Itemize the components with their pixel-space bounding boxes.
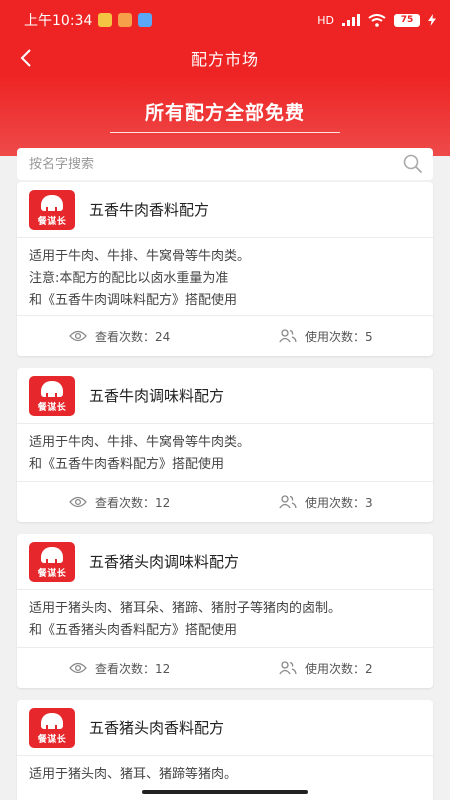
logo-text: 餐谋长 bbox=[37, 734, 67, 745]
logo-text: 餐谋长 bbox=[37, 402, 67, 413]
use-count-label: 使用次数：5 bbox=[305, 329, 373, 344]
logo-text: 餐谋长 bbox=[37, 216, 67, 227]
recipe-card[interactable]: 餐谋长 五香牛肉调味料配方 适用于牛肉、牛排、牛窝骨等牛肉类。 和《五香牛肉香料… bbox=[17, 368, 433, 522]
search-input[interactable] bbox=[29, 156, 389, 172]
recipe-card[interactable]: 餐谋长 五香牛肉香料配方 适用于牛肉、牛排、牛窝骨等牛肉类。 注意:本配方的配比… bbox=[17, 182, 433, 356]
page-title: 配方市场 bbox=[190, 50, 259, 69]
description-line: 和《五香猪头肉香料配方》搭配使用 bbox=[29, 623, 238, 638]
brand-logo: 餐谋长 bbox=[29, 189, 75, 230]
network-type-label: HD bbox=[317, 13, 334, 27]
chevron-left-icon bbox=[20, 49, 31, 67]
view-count-label: 查看次数：24 bbox=[95, 329, 171, 344]
hero-title: 所有配方全部免费 bbox=[144, 102, 305, 124]
recipe-card[interactable]: 餐谋长 五香猪头肉调味料配方 适用于猪头肉、猪耳朵、猪蹄、猪肘子等猪肉的卤制。 … bbox=[17, 534, 433, 688]
search-box bbox=[17, 148, 433, 180]
use-count: 使用次数：2 bbox=[279, 660, 373, 677]
description-line: 适用于猪头肉、猪耳朵、猪蹄、猪肘子等猪肉的卤制。 bbox=[29, 601, 342, 616]
recipe-title: 五香牛肉香料配方 bbox=[89, 201, 210, 219]
home-indicator[interactable] bbox=[142, 790, 308, 794]
view-count-label: 查看次数：12 bbox=[95, 495, 171, 510]
brand-logo: 餐谋长 bbox=[29, 707, 75, 748]
users-icon bbox=[279, 495, 297, 509]
recipe-title: 五香猪头肉调味料配方 bbox=[89, 553, 240, 571]
chef-hat-icon bbox=[41, 712, 63, 731]
card-header: 餐谋长 五香猪头肉香料配方 bbox=[17, 700, 433, 756]
back-button[interactable] bbox=[12, 44, 40, 72]
status-left: 上午10:34 bbox=[24, 10, 153, 30]
recipe-description: 适用于牛肉、牛排、牛窝骨等牛肉类。 注意:本配方的配比以卤水重量为准 和《五香牛… bbox=[17, 238, 433, 316]
description-line: 适用于牛肉、牛排、牛窝骨等牛肉类。 bbox=[29, 435, 251, 450]
status-time: 上午10:34 bbox=[24, 13, 93, 29]
view-count: 查看次数：24 bbox=[69, 328, 279, 345]
notification-app-icon bbox=[118, 13, 133, 27]
status-right: HD 75 bbox=[317, 13, 436, 27]
description-line: 和《五香牛肉调味料配方》搭配使用 bbox=[29, 293, 238, 308]
users-icon bbox=[279, 661, 297, 675]
logo-text: 餐谋长 bbox=[37, 568, 67, 579]
use-count: 使用次数：3 bbox=[279, 494, 373, 511]
view-count-label: 查看次数：12 bbox=[95, 661, 171, 676]
use-count-label: 使用次数：2 bbox=[305, 661, 373, 676]
card-header: 餐谋长 五香猪头肉调味料配方 bbox=[17, 534, 433, 590]
battery-level: 75 bbox=[400, 15, 414, 25]
battery-icon: 75 bbox=[394, 13, 420, 27]
notification-app-icon bbox=[98, 13, 113, 27]
description-line: 和《五香牛肉香料配方》搭配使用 bbox=[29, 457, 225, 472]
use-count-label: 使用次数：3 bbox=[305, 495, 373, 510]
description-line: 适用于猪头肉、猪耳、猪蹄等猪肉。 bbox=[29, 767, 238, 782]
hero-underline bbox=[110, 132, 340, 133]
eye-icon bbox=[69, 662, 87, 674]
card-header: 餐谋长 五香牛肉香料配方 bbox=[17, 182, 433, 238]
description-line: 适用于牛肉、牛排、牛窝骨等牛肉类。 bbox=[29, 249, 251, 264]
charging-icon bbox=[428, 14, 436, 26]
eye-icon bbox=[69, 330, 87, 342]
recipe-title: 五香猪头肉香料配方 bbox=[89, 719, 225, 737]
card-footer: 查看次数：12 使用次数：2 bbox=[17, 648, 433, 688]
chef-hat-icon bbox=[41, 194, 63, 213]
use-count: 使用次数：5 bbox=[279, 328, 373, 345]
search-icon[interactable] bbox=[403, 154, 423, 174]
view-count: 查看次数：12 bbox=[69, 494, 279, 511]
view-count: 查看次数：12 bbox=[69, 660, 279, 677]
recipe-card[interactable]: 餐谋长 五香猪头肉香料配方 适用于猪头肉、猪耳、猪蹄等猪肉。 bbox=[17, 700, 433, 800]
card-footer: 查看次数：24 使用次数：5 bbox=[17, 316, 433, 356]
card-footer: 查看次数：12 使用次数：3 bbox=[17, 482, 433, 522]
brand-logo: 餐谋长 bbox=[29, 541, 75, 582]
wifi-icon bbox=[368, 13, 386, 27]
signal-icon bbox=[342, 14, 360, 26]
chef-hat-icon bbox=[41, 380, 63, 399]
status-bar: 上午10:34 HD 75 bbox=[0, 0, 450, 40]
nav-bar: 配方市场 bbox=[0, 40, 450, 76]
hero-banner: 所有配方全部免费 bbox=[0, 76, 450, 156]
users-icon bbox=[279, 329, 297, 343]
eye-icon bbox=[69, 496, 87, 508]
notification-message-icon bbox=[138, 13, 153, 27]
recipe-title: 五香牛肉调味料配方 bbox=[89, 387, 225, 405]
chef-hat-icon bbox=[41, 546, 63, 565]
recipe-description: 适用于猪头肉、猪耳朵、猪蹄、猪肘子等猪肉的卤制。 和《五香猪头肉香料配方》搭配使… bbox=[17, 590, 433, 648]
card-header: 餐谋长 五香牛肉调味料配方 bbox=[17, 368, 433, 424]
recipe-description: 适用于牛肉、牛排、牛窝骨等牛肉类。 和《五香牛肉香料配方》搭配使用 bbox=[17, 424, 433, 482]
description-line: 注意:本配方的配比以卤水重量为准 bbox=[29, 271, 229, 286]
brand-logo: 餐谋长 bbox=[29, 375, 75, 416]
